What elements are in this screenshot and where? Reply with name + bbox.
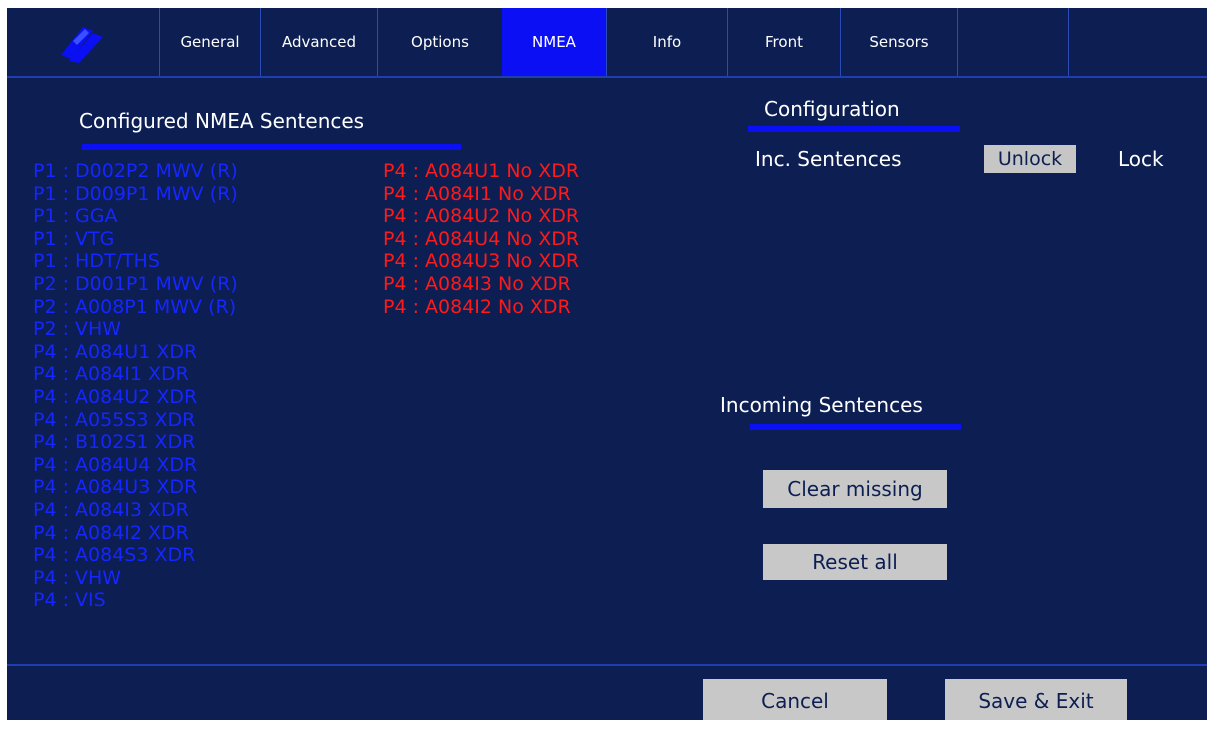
sentence-item: P4 : A084S3 XDR [33, 544, 196, 567]
sentence-item: P4 : A084U2 No XDR [383, 205, 580, 228]
tab-general[interactable]: General [160, 8, 260, 76]
incoming-sentences-title: Incoming Sentences [720, 393, 923, 417]
sentence-item: P1 : HDT/THS [33, 250, 160, 273]
sentence-item: P4 : A084I2 No XDR [383, 295, 571, 318]
configured-title-underline [82, 144, 461, 150]
brand-logo-icon [61, 27, 103, 63]
sentence-item: P4 : A084U1 XDR [33, 340, 198, 363]
configured-sentences-title: Configured NMEA Sentences [79, 109, 365, 133]
sentence-item: P4 : A084I1 No XDR [383, 182, 571, 205]
tab-empty-1[interactable] [958, 8, 1068, 76]
clear-missing-button[interactable]: Clear missing [763, 470, 947, 508]
sentence-item: P1 : GGA [33, 205, 118, 228]
sentence-item: P4 : A084U3 No XDR [383, 250, 580, 273]
tab-bar: General Advanced Options NMEA Info Front… [7, 8, 1207, 78]
unlock-button[interactable]: Unlock [984, 145, 1076, 173]
footer-divider [7, 664, 1207, 666]
sentence-item: P4 : A084I3 No XDR [383, 272, 571, 295]
sentence-item: P1 : D002P2 MWV (R) [33, 160, 238, 182]
logo-cell [7, 8, 159, 76]
reset-all-button[interactable]: Reset all [763, 544, 947, 580]
sentence-item: P4 : A084U1 No XDR [383, 160, 580, 182]
tab-info[interactable]: Info [607, 8, 727, 76]
sentence-item: P4 : VHW [33, 566, 122, 589]
nmea-settings-screen: General Advanced Options NMEA Info Front… [7, 8, 1207, 720]
incoming-title-underline [750, 424, 961, 430]
save-exit-button[interactable]: Save & Exit [945, 679, 1127, 720]
sentence-item: P4 : VIS [33, 589, 106, 612]
sentence-item: P4 : A084U2 XDR [33, 385, 198, 408]
sentence-item: P4 : A084U4 No XDR [383, 227, 580, 250]
cancel-button[interactable]: Cancel [703, 679, 887, 720]
tab-nmea[interactable]: NMEA [502, 8, 606, 76]
configured-ok-list: P1 : D002P2 MWV (R) P1 : D009P1 MWV (R) P1… [33, 160, 238, 612]
sentence-item: P4 : B102S1 XDR [33, 431, 196, 454]
sentence-item: P4 : A084U3 XDR [33, 476, 198, 499]
configuration-title: Configuration [764, 97, 900, 121]
sentence-item: P1 : VTG [33, 227, 115, 250]
sentence-item: P4 : A084I3 XDR [33, 498, 189, 521]
sentence-item: P2 : D001P1 MWV (R) [33, 272, 238, 295]
tab-empty-2[interactable] [1069, 8, 1207, 76]
inc-sentences-label: Inc. Sentences [755, 147, 902, 171]
sentence-item: P4 : A084I2 XDR [33, 521, 189, 544]
sentence-item: P4 : A055S3 XDR [33, 408, 196, 431]
sentence-item: P2 : VHW [33, 318, 122, 341]
tab-sensors[interactable]: Sensors [841, 8, 957, 76]
sentence-item: P4 : A084I1 XDR [33, 363, 189, 386]
configuration-title-underline [748, 126, 960, 132]
sentence-item: P4 : A084U4 XDR [33, 453, 198, 476]
configured-missing-list: P4 : A084U1 No XDR P4 : A084I1 No XDR P4 :… [383, 160, 579, 318]
tab-options[interactable]: Options [378, 8, 502, 76]
sentence-item: P1 : D009P1 MWV (R) [33, 182, 238, 205]
tab-advanced[interactable]: Advanced [261, 8, 377, 76]
sentence-item: P2 : A008P1 MWV (R) [33, 295, 237, 318]
lock-button[interactable]: Lock [1118, 145, 1164, 173]
tab-front[interactable]: Front [728, 8, 840, 76]
